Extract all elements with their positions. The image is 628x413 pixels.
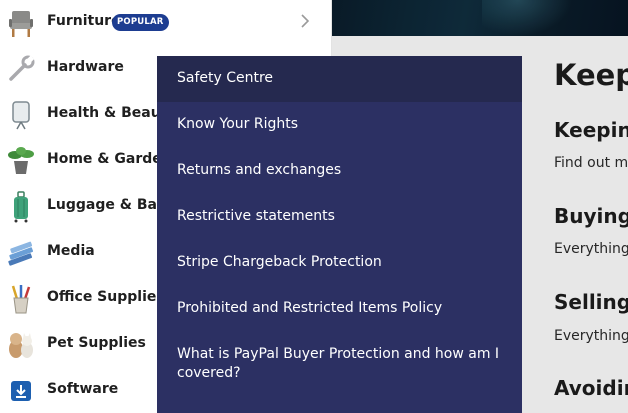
- category-label: Hardware: [47, 59, 124, 75]
- books-icon: [8, 241, 34, 266]
- category-label: Media: [47, 243, 95, 259]
- flyout-item-label: Prohibited and Restricted Items Policy: [177, 300, 443, 316]
- mirror-icon: [12, 101, 30, 130]
- dog-cat-icon: [9, 333, 33, 358]
- flyout-item-returns-exchanges[interactable]: Returns and exchanges: [157, 148, 522, 194]
- pencil-cup-icon: [11, 285, 31, 314]
- flyout-item-paypal-protection[interactable]: What is PayPal Buyer Protection and how …: [157, 332, 522, 392]
- flyout-item-label: What is PayPal Buyer Protection and how …: [177, 346, 500, 381]
- help-flyout-menu: Safety Centre Know Your Rights Returns a…: [157, 56, 522, 413]
- suitcase-icon: [14, 191, 28, 223]
- download-icon: [11, 381, 31, 401]
- flyout-item-label: Restrictive statements: [177, 208, 335, 224]
- category-label: Software: [47, 381, 119, 397]
- chevron-right-icon: [301, 14, 310, 28]
- flyout-item-safety-centre[interactable]: Safety Centre: [157, 56, 522, 102]
- potted-plant-icon: [8, 147, 34, 174]
- wrench-icon: [9, 55, 35, 81]
- flyout-item-label: Safety Centre: [177, 70, 274, 86]
- flyout-item-label: Stripe Chargeback Protection: [177, 254, 382, 270]
- category-label: Furniture: [47, 13, 121, 29]
- popular-badge: POPULAR: [112, 14, 169, 31]
- chair-icon: [9, 11, 33, 37]
- flyout-item-stripe-chargeback[interactable]: Stripe Chargeback Protection: [157, 240, 522, 286]
- flyout-item-label: Know Your Rights: [177, 116, 299, 132]
- flyout-item-know-your-rights[interactable]: Know Your Rights: [157, 102, 522, 148]
- flyout-item-restrictive-statements[interactable]: Restrictive statements: [157, 194, 522, 240]
- flyout-item-prohibited-items[interactable]: Prohibited and Restricted Items Policy: [157, 286, 522, 332]
- category-item-furniture[interactable]: Furniture POPULAR: [0, 0, 332, 46]
- category-label: Home & Garden: [47, 151, 172, 167]
- flyout-item-label: Returns and exchanges: [177, 162, 342, 178]
- category-label: Pet Supplies: [47, 335, 146, 351]
